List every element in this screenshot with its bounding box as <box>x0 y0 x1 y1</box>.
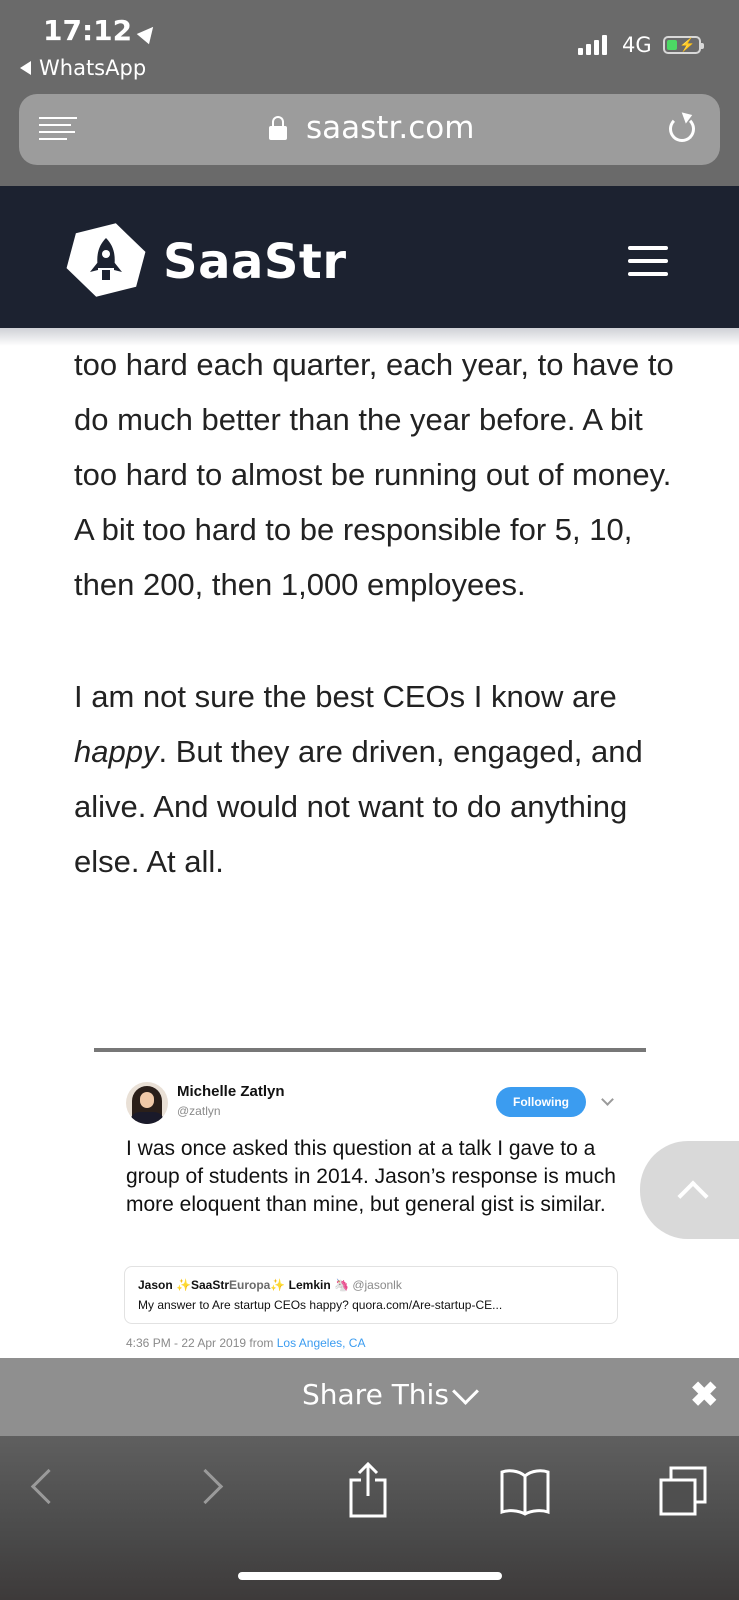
close-icon[interactable]: ✖ <box>690 1378 719 1412</box>
tabs-icon[interactable] <box>659 1466 707 1516</box>
tweet-timestamp: 4:36 PM - 22 Apr 2019 from Los Angeles, … <box>126 1336 366 1350</box>
tweet-location-link[interactable]: Los Angeles, CA <box>277 1336 366 1350</box>
back-to-app-button[interactable]: WhatsApp <box>20 56 146 80</box>
address-bar[interactable]: saastr.com <box>19 94 720 165</box>
status-time-text: 17:12 <box>43 14 133 47</box>
site-header: SaaStr <box>0 186 739 328</box>
tweet-author-name[interactable]: Michelle Zatlyn <box>177 1083 285 1100</box>
quoted-tweet-author: Jason ✨SaaStrEuropa✨ Lemkin 🦄 @jasonlk <box>138 1278 402 1292</box>
quoted-tweet[interactable]: Jason ✨SaaStrEuropa✨ Lemkin 🦄 @jasonlk M… <box>124 1266 618 1324</box>
unicorn-icon: 🦄 <box>334 1278 349 1292</box>
sparkle-icon: ✨ <box>270 1278 286 1292</box>
battery-icon: ⚡ <box>663 36 704 54</box>
reload-icon[interactable] <box>669 116 695 142</box>
status-time: 17:12 <box>43 14 160 47</box>
article-body: too hard each quarter, each year, to hav… <box>74 337 674 889</box>
article-paragraph: too hard each quarter, each year, to hav… <box>74 347 674 602</box>
tweet-divider <box>94 1048 646 1052</box>
forward-icon[interactable] <box>187 1468 224 1505</box>
tweet-text: I was once asked this question at a talk… <box>126 1137 616 1216</box>
sparkle-icon: ✨ <box>176 1278 191 1292</box>
back-triangle-icon <box>20 61 31 75</box>
reader-view-icon[interactable] <box>39 117 77 145</box>
home-indicator[interactable] <box>238 1572 502 1580</box>
lock-icon <box>269 116 287 140</box>
bookmarks-icon[interactable] <box>500 1468 550 1516</box>
network-type: 4G <box>622 33 652 57</box>
following-button[interactable]: Following <box>496 1087 586 1117</box>
scroll-to-top-button[interactable] <box>640 1141 739 1239</box>
saastr-logo-icon[interactable] <box>66 220 146 300</box>
share-bar: Share This ✖ <box>0 1358 739 1436</box>
menu-icon[interactable] <box>628 246 668 285</box>
share-icon[interactable] <box>349 1462 387 1518</box>
quoted-tweet-text: My answer to Are startup CEOs happy? quo… <box>138 1298 503 1312</box>
url-text[interactable]: saastr.com <box>306 110 474 146</box>
share-this-button[interactable]: Share This <box>302 1378 449 1411</box>
signal-icon <box>578 33 607 55</box>
back-icon[interactable] <box>30 1468 67 1505</box>
location-arrow-icon <box>136 21 160 44</box>
avatar[interactable] <box>126 1082 168 1124</box>
chevron-up-icon <box>677 1180 709 1212</box>
chevron-down-icon[interactable] <box>452 1378 479 1405</box>
browser-chrome: 17:12 WhatsApp 4G ⚡ saastr.com <box>0 0 739 186</box>
site-logo-text[interactable]: SaaStr <box>163 234 347 290</box>
tweet-author-handle[interactable]: @zatlyn <box>177 1104 221 1118</box>
article-paragraph: I am not sure the best CEOs I know are h… <box>74 679 643 879</box>
back-app-label: WhatsApp <box>39 56 147 80</box>
chevron-down-icon[interactable] <box>601 1093 614 1106</box>
